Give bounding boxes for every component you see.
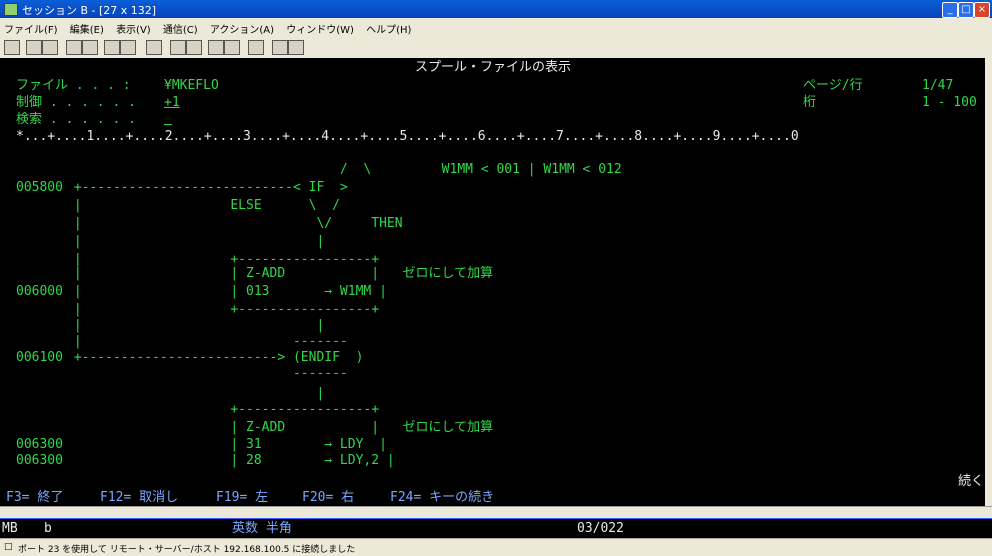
receive-file-icon[interactable]	[224, 40, 240, 55]
app-icon	[4, 3, 18, 16]
minimize-button[interactable]: _	[942, 2, 958, 18]
macro-icon[interactable]	[146, 40, 162, 55]
menu-edit[interactable]: 編集(E)	[66, 18, 109, 36]
edit-icon[interactable]	[288, 40, 304, 55]
listing-line: -------	[66, 366, 348, 381]
listing-line: | +-----------------+	[66, 302, 380, 317]
page-label: ページ/行	[803, 78, 863, 93]
function-key-f24[interactable]: F24= キーの続き	[390, 490, 494, 505]
menu-file[interactable]: ファイル(F)	[0, 18, 63, 36]
function-key-f19[interactable]: F19= 左	[216, 490, 268, 505]
copy-icon[interactable]	[26, 40, 42, 55]
menu-view[interactable]: 表示(V)	[112, 18, 156, 36]
listing-line: | Z-ADD | ゼロにして加算	[66, 420, 494, 435]
status-bar: □ ポート 23 を使用して リモート・サーバー/ホスト 192.168.100…	[0, 538, 992, 556]
record-macro-icon[interactable]	[170, 40, 186, 55]
oia-field: b	[44, 521, 52, 536]
listing-line: / \ W1MM < 001 | W1MM < 012	[66, 162, 622, 177]
play-macro-icon[interactable]	[186, 40, 202, 55]
support-icon[interactable]	[272, 40, 288, 55]
function-key-f12[interactable]: F12= 取消し	[100, 490, 178, 505]
control-input[interactable]: +1	[164, 95, 224, 110]
page-value: 1/47	[922, 78, 954, 93]
function-key-f3[interactable]: F3= 終了	[6, 490, 63, 505]
more-indicator: 続く	[958, 474, 985, 489]
operator-info-area: MB b 英数 半角 03/022	[0, 518, 992, 538]
column-value: 1 - 100	[922, 95, 977, 110]
oia-mode: MB	[2, 521, 18, 536]
horizontal-scrollbar[interactable]	[0, 506, 992, 518]
menu-action[interactable]: アクション(A)	[206, 18, 279, 36]
listing-line: | 31 → LDY |	[66, 437, 387, 452]
listing-line: +-----------------+	[66, 402, 380, 417]
control-label: 制御 . . . . . .	[16, 95, 136, 110]
listing-line: +-------------------------> (ENDIF )	[66, 350, 364, 365]
listing-line: | |	[66, 318, 325, 333]
column-ruler: *...+....1....+....2....+....3....+....4…	[16, 129, 799, 144]
listing-seq: 006000	[16, 284, 63, 299]
terminal-screen[interactable]: スプール・ファイルの表示 ファイル . . . : ¥MKEFLO 制御 . .…	[0, 58, 985, 506]
menu-communication[interactable]: 通信(C)	[159, 18, 203, 36]
screen-title: スプール・ファイルの表示	[415, 60, 572, 75]
transfer-icon[interactable]	[208, 40, 224, 55]
listing-line: | | 013 → W1MM |	[66, 284, 387, 299]
listing-seq: 006100	[16, 350, 63, 365]
keypad-icon[interactable]	[120, 40, 136, 55]
listing-line: | \/ THEN	[66, 216, 403, 231]
file-value: ¥MKEFLO	[164, 78, 219, 93]
listing-line: |	[66, 386, 325, 401]
connection-status: ポート 23 を使用して リモート・サーバー/ホスト 192.168.100.5…	[18, 545, 356, 555]
receive-icon[interactable]	[82, 40, 98, 55]
listing-line: | | Z-ADD | ゼロにして加算	[66, 266, 494, 281]
menu-window[interactable]: ウィンドウ(W)	[282, 18, 359, 36]
toolbar	[0, 36, 992, 59]
function-key-f20[interactable]: F20= 右	[302, 490, 354, 505]
listing-seq: 005800	[16, 180, 63, 195]
menu-help[interactable]: ヘルプ(H)	[362, 18, 416, 36]
oia-cursor-position: 03/022	[577, 521, 624, 536]
search-input[interactable]	[164, 112, 394, 127]
window-title: セッション B - [27 x 132]	[22, 4, 157, 17]
listing-line: +---------------------------< IF >	[66, 180, 348, 195]
display-icon[interactable]	[104, 40, 120, 55]
clipboard-icon[interactable]	[248, 40, 264, 55]
listing-seq: 006300	[16, 437, 63, 452]
send-icon[interactable]	[66, 40, 82, 55]
listing-seq: 006300	[16, 453, 63, 468]
search-label: 検索 . . . . . .	[16, 112, 136, 127]
connection-icon: □	[4, 542, 13, 552]
listing-line: | +-----------------+	[66, 252, 380, 267]
listing-line: | ELSE \ /	[66, 198, 340, 213]
listing-line: | |	[66, 234, 325, 249]
window-titlebar[interactable]: セッション B - [27 x 132] _ □ ×	[0, 0, 992, 18]
file-label: ファイル . . . :	[16, 78, 131, 93]
listing-line: | -------	[66, 334, 348, 349]
print-screen-icon[interactable]	[4, 40, 20, 55]
maximize-button[interactable]: □	[958, 2, 974, 18]
vertical-scrollbar[interactable]	[985, 58, 992, 506]
close-button[interactable]: ×	[974, 2, 990, 18]
menu-bar: ファイル(F) 編集(E) 表示(V) 通信(C) アクション(A) ウィンドウ…	[0, 18, 992, 36]
paste-icon[interactable]	[42, 40, 58, 55]
listing-line: | 28 → LDY,2 |	[66, 453, 395, 468]
oia-input-mode: 英数 半角	[232, 521, 292, 536]
column-label: 桁	[803, 95, 817, 110]
